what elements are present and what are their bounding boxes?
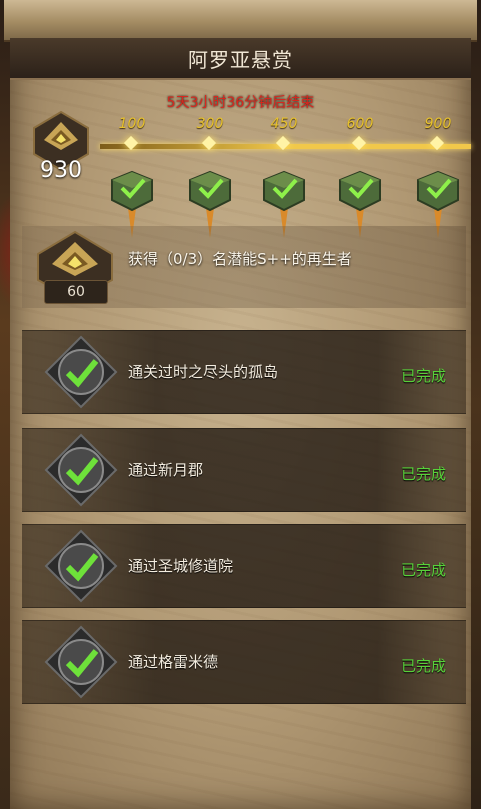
task-status: 已完成	[400, 465, 446, 483]
task-label: 通过圣城修道院	[128, 557, 234, 575]
task-label: 通过新月郡	[128, 461, 204, 479]
milestone-value: 600	[346, 116, 374, 132]
task-row[interactable]: 通过新月郡 已完成	[22, 428, 466, 512]
completed-check-icon	[44, 433, 118, 507]
milestone-450[interactable]: 450	[254, 116, 314, 238]
milestone-100[interactable]: 100	[102, 116, 162, 238]
task-row[interactable]: 通过圣城修道院 已完成	[22, 524, 466, 608]
title-bar: 阿罗亚悬赏	[10, 38, 471, 80]
countdown-text: 5天3小时36分钟后结束	[166, 95, 315, 111]
completed-check-icon	[44, 625, 118, 699]
milestone-value: 450	[270, 116, 298, 132]
milestone-value: 900	[424, 116, 452, 132]
task-status: 已完成	[400, 367, 446, 385]
milestone-value: 300	[196, 116, 224, 132]
task-points-badge: 60	[44, 280, 108, 304]
task-label: 通过格雷米德	[128, 653, 219, 671]
completed-check-icon	[44, 529, 118, 603]
page-title: 阿罗亚悬赏	[188, 47, 293, 72]
task-status: 已完成	[400, 561, 446, 579]
current-points: 930	[40, 158, 82, 183]
task-row[interactable]: 通关过时之尽头的孤岛 已完成	[22, 330, 466, 414]
milestone-900[interactable]: 900	[408, 116, 468, 238]
completed-check-icon	[44, 335, 118, 409]
milestone-600[interactable]: 600	[330, 116, 390, 238]
task-label: 通关过时之尽头的孤岛	[128, 363, 279, 381]
milestone-value: 100	[118, 116, 146, 132]
task-label: 获得（0/3）名潜能S++的再生者	[128, 250, 352, 268]
scroll-top-edge	[4, 0, 477, 42]
task-status: 已完成	[400, 657, 446, 675]
task-row[interactable]: 通过格雷米德 已完成	[22, 620, 466, 704]
milestone-300[interactable]: 300	[180, 116, 240, 238]
